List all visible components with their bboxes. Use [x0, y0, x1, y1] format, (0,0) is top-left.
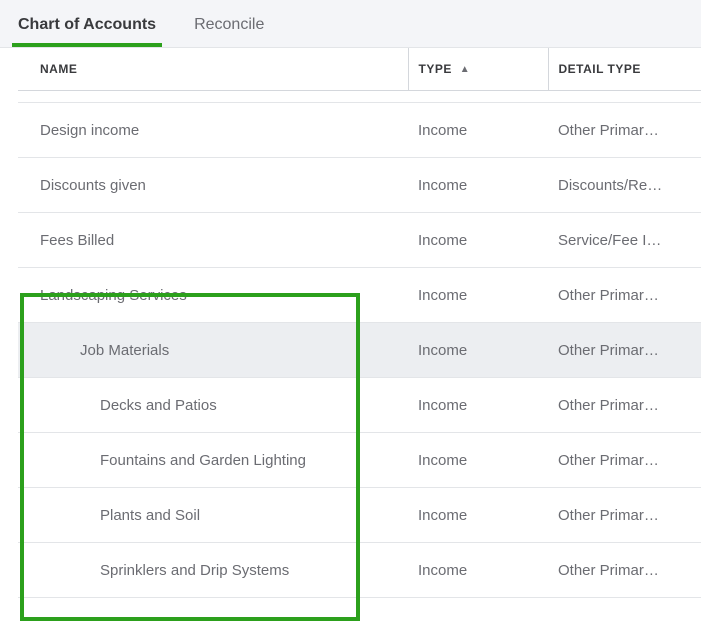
cell-detail-type: Discounts/Re…: [548, 158, 701, 213]
cell-detail-type: Other Primar…: [548, 543, 701, 598]
cell-type: Income: [408, 378, 548, 433]
cell-detail-type: Service/Fee I…: [548, 213, 701, 268]
table-row[interactable]: Decks and Patios IncomeOther Primar…: [18, 378, 701, 433]
cell-detail-type: Other Primar…: [548, 103, 701, 158]
cell-detail-type: Service/Fee I…: [548, 91, 701, 103]
column-header-type-label: TYPE: [419, 62, 452, 76]
account-name-text: Decks and Patios: [40, 397, 217, 414]
account-name-text: Fees Billed: [40, 232, 114, 249]
cell-type: Income: [408, 91, 548, 103]
cell-name: Decks and Patios: [18, 378, 408, 433]
account-name-text: Job Materials: [40, 342, 169, 359]
table-row[interactable]: Plants and Soil IncomeOther Primar…: [18, 488, 701, 543]
table-row[interactable]: Landscaping Services IncomeOther Primar…: [18, 268, 701, 323]
cell-detail-type: Other Primar…: [548, 488, 701, 543]
cell-type: Income: [408, 323, 548, 378]
cell-name: Sprinklers and Drip Systems: [18, 543, 408, 598]
cell-type: Income: [408, 213, 548, 268]
tab-reconcile[interactable]: Reconcile: [194, 16, 264, 46]
account-name-text: Plants and Soil: [40, 507, 200, 524]
cell-type: Income: [408, 268, 548, 323]
cell-name: Plants and Soil: [18, 488, 408, 543]
column-header-name[interactable]: NAME: [18, 48, 408, 91]
table-row[interactable]: Sprinklers and Drip Systems IncomeOther P…: [18, 543, 701, 598]
cell-name: Landscaping Services: [18, 268, 408, 323]
account-name-text: Fountains and Garden Lighting: [40, 452, 306, 469]
cell-type: Income: [408, 158, 548, 213]
cell-name: Job Materials: [18, 323, 408, 378]
cell-type: Income: [408, 103, 548, 158]
column-header-detail-label: DETAIL TYPE: [559, 62, 641, 76]
table-row[interactable]: Billable Expense Income IncomeService/Fee…: [18, 91, 701, 103]
table-row[interactable]: Job Materials IncomeOther Primar…: [18, 323, 701, 378]
sort-asc-icon: ▲: [460, 64, 470, 75]
cell-type: Income: [408, 488, 548, 543]
accounts-table: NAME TYPE ▲ DETAIL TYPE Billable Expense…: [18, 48, 701, 598]
accounts-table-wrap: NAME TYPE ▲ DETAIL TYPE Billable Expense…: [0, 48, 701, 598]
column-header-detail-type[interactable]: DETAIL TYPE: [548, 48, 701, 91]
account-name-text: Discounts given: [40, 177, 146, 194]
cell-name: Billable Expense Income: [18, 91, 408, 103]
account-name-text: Sprinklers and Drip Systems: [40, 562, 289, 579]
column-header-type[interactable]: TYPE ▲: [408, 48, 548, 91]
column-header-name-label: NAME: [40, 62, 77, 76]
cell-detail-type: Other Primar…: [548, 378, 701, 433]
cell-name: Fountains and Garden Lighting: [18, 433, 408, 488]
table-row[interactable]: Fountains and Garden Lighting IncomeOther…: [18, 433, 701, 488]
cell-detail-type: Other Primar…: [548, 268, 701, 323]
table-row[interactable]: Fees Billed IncomeService/Fee I…: [18, 213, 701, 268]
page-root: Chart of Accounts Reconcile NAME TYPE ▲ …: [0, 0, 701, 643]
table-row[interactable]: Discounts given IncomeDiscounts/Re…: [18, 158, 701, 213]
cell-name: Design income: [18, 103, 408, 158]
cell-name: Fees Billed: [18, 213, 408, 268]
account-name-text: Billable Expense Income: [40, 91, 204, 100]
account-name-text: Landscaping Services: [40, 287, 187, 304]
cell-type: Income: [408, 543, 548, 598]
cell-type: Income: [408, 433, 548, 488]
cell-detail-type: Other Primar…: [548, 433, 701, 488]
account-name-text: Design income: [40, 122, 139, 139]
tab-bar: Chart of Accounts Reconcile: [0, 0, 701, 48]
tab-chart-of-accounts[interactable]: Chart of Accounts: [18, 16, 156, 46]
accounts-table-body: Billable Expense IncomeIncomeService/Fee…: [18, 91, 701, 598]
cell-detail-type: Other Primar…: [548, 323, 701, 378]
table-row[interactable]: Design income IncomeOther Primar…: [18, 103, 701, 158]
cell-name: Discounts given: [18, 158, 408, 213]
